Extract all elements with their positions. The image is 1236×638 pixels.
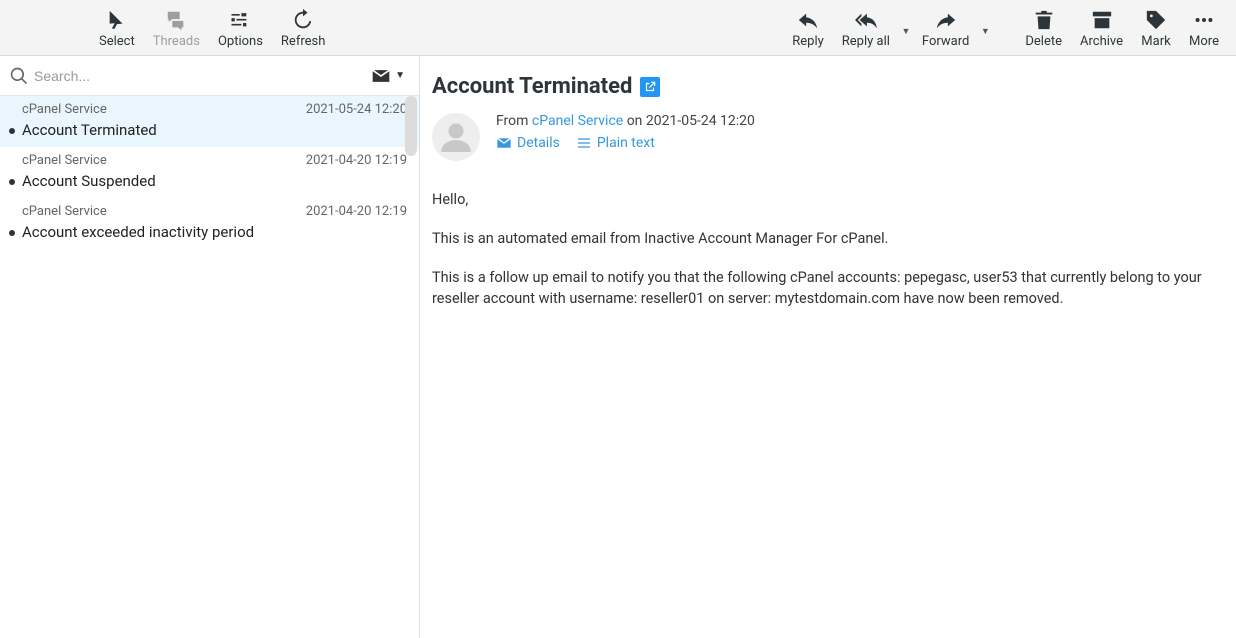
thread-from: cPanel Service [22, 102, 107, 117]
content: ▼ cPanel Service2021-05-24 12:20Account … [0, 56, 1236, 638]
mark-button[interactable]: Mark [1132, 0, 1180, 55]
forward-icon [935, 8, 957, 32]
envelope-icon [371, 66, 391, 86]
select-button[interactable]: Select [90, 0, 144, 55]
list-item[interactable]: cPanel Service 2021-05-24 12:20 Account Te… [0, 96, 419, 147]
lines-icon [576, 135, 592, 151]
thread-from: cPanel Service [22, 153, 107, 168]
forward-dropdown[interactable]: ▼ [978, 0, 992, 55]
sender-link[interactable]: cPanel Service [532, 113, 623, 129]
forward-button[interactable]: Forward [913, 0, 978, 55]
sliders-icon [229, 8, 251, 32]
toolbar-left: SelectThreadsOptionsRefresh [0, 0, 334, 55]
replyall-icon [855, 8, 877, 32]
unread-dot-icon [9, 230, 15, 236]
thread-date: 2021-04-20 12:19 [306, 153, 407, 168]
from-line: From cPanel Service on 2021-05-24 12:20 [496, 113, 755, 129]
unread-dot-icon [9, 128, 15, 134]
threads-button[interactable]: Threads [144, 0, 209, 55]
plaintext-link[interactable]: Plain text [576, 135, 655, 151]
trash-icon [1033, 8, 1055, 32]
avatar [432, 113, 480, 161]
message-subject: Account Terminated [432, 74, 632, 99]
reply-button[interactable]: Reply [783, 0, 833, 55]
search-row: ▼ [0, 56, 419, 96]
paragraph: This is a follow up email to notify you … [432, 267, 1218, 309]
thread-subject: Account exceeded inactivity period [22, 223, 407, 241]
search-options-toggle[interactable]: ▼ [371, 66, 411, 86]
dots-icon [1193, 8, 1215, 32]
message-list-pane: ▼ cPanel Service 2021-05-24 12:20 Account … [0, 56, 420, 638]
archive-button[interactable]: Archive [1071, 0, 1132, 55]
delete-button[interactable]: Delete [1016, 0, 1071, 55]
paragraph: This is an automated email from Inactive… [432, 228, 1218, 249]
toolbar: SelectThreadsOptionsRefresh ReplyReply a… [0, 0, 1236, 56]
thread-date: 2021-04-20 12:19 [306, 204, 407, 219]
thread-subject: Account Terminated [22, 121, 407, 139]
thread-subject: Account Suspended [22, 172, 407, 190]
thread-date: 2021-05-24 12:20 [306, 102, 407, 117]
list-item[interactable]: cPanel Service 2021-04-20 12:19 Account Su… [0, 147, 419, 198]
search-input[interactable] [30, 62, 371, 90]
cursor-icon [106, 8, 128, 32]
subject-row: Account Terminated [432, 74, 1218, 99]
search-icon [8, 66, 30, 86]
list-item[interactable]: cPanel Service 2021-04-20 12:19 Account ex… [0, 198, 419, 249]
message-header: From cPanel Service on 2021-05-24 12:20 … [432, 113, 1218, 161]
reply-icon [797, 8, 819, 32]
message-date: 2021-05-24 12:20 [646, 113, 755, 129]
refresh-button[interactable]: Refresh [272, 0, 334, 55]
message-body: Hello, This is an automated email from In… [432, 189, 1218, 309]
tag-icon [1145, 8, 1167, 32]
thread-from: cPanel Service [22, 204, 107, 219]
open-new-window-icon[interactable] [640, 77, 660, 97]
envelope-icon [496, 135, 512, 151]
more-button[interactable]: More [1180, 0, 1228, 55]
message-list[interactable]: cPanel Service 2021-05-24 12:20 Account Te… [0, 96, 419, 638]
refresh-icon [292, 8, 314, 32]
replyall-button[interactable]: Reply all [833, 0, 899, 55]
chevron-down-icon: ▼ [395, 70, 405, 81]
unread-dot-icon [9, 179, 15, 185]
options-button[interactable]: Options [209, 0, 272, 55]
comments-icon [165, 8, 187, 32]
toolbar-right: ReplyReply all▼Forward▼DeleteArchiveMark… [783, 0, 1236, 55]
archive-icon [1091, 8, 1113, 32]
replyall-dropdown[interactable]: ▼ [899, 0, 913, 55]
paragraph: Hello, [432, 189, 1218, 210]
details-link[interactable]: Details [496, 135, 560, 151]
preview-pane: Account Terminated From cPanel Service o… [420, 56, 1236, 638]
